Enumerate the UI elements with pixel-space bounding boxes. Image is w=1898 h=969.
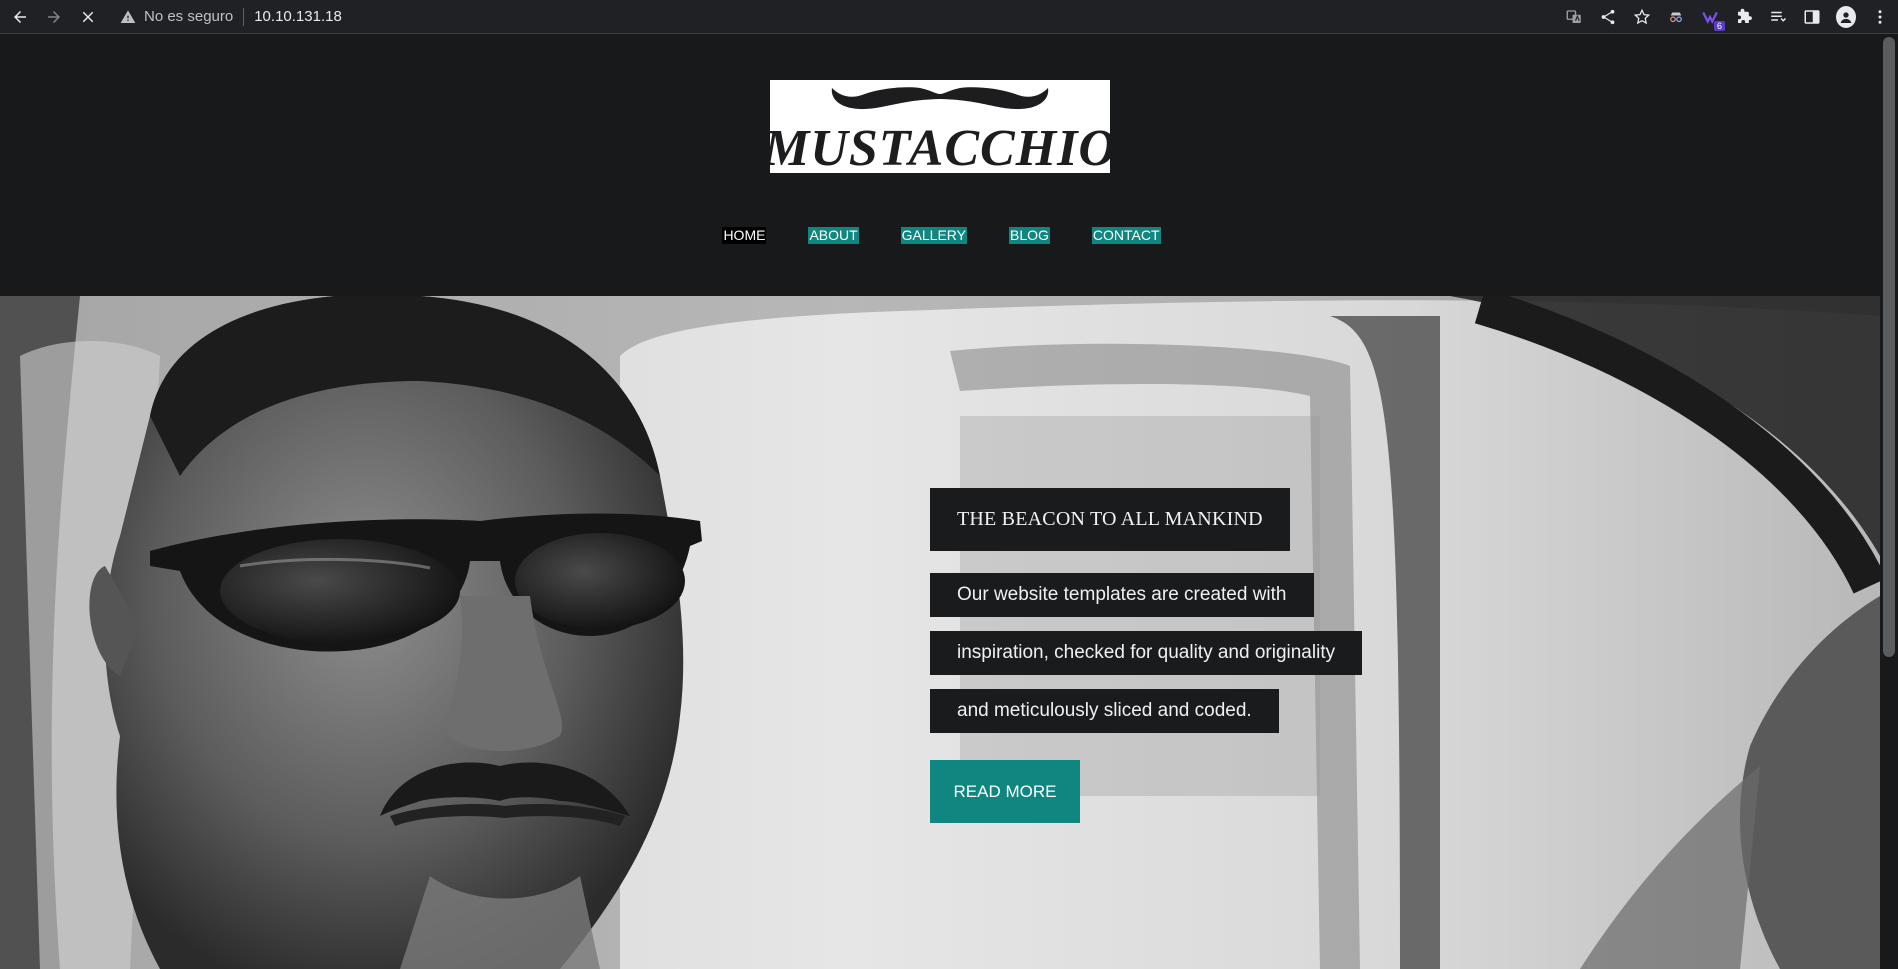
avatar — [1836, 6, 1856, 28]
spy-glasses-icon — [1670, 12, 1682, 23]
side-panel-icon — [1804, 10, 1820, 24]
browser-actions: 6 — [1564, 0, 1890, 34]
hero-banner: THE BEACON TO ALL MANKIND Our website te… — [0, 296, 1880, 969]
extensions-button[interactable] — [1734, 7, 1754, 27]
close-icon — [82, 11, 94, 22]
extension-badge: 6 — [1713, 21, 1725, 31]
hero-paragraph-line-3: and meticulously sliced and coded. — [930, 689, 1279, 733]
warning-icon — [120, 9, 136, 23]
hero-paragraph-text: Our website templates are created with — [957, 584, 1287, 605]
url-text[interactable]: 10.10.131.18 — [254, 8, 342, 25]
main-nav: HOME ABOUT GALLERY BLOG CONTACT — [0, 227, 1880, 244]
back-button[interactable] — [6, 3, 34, 31]
extension-wappalyzer-button[interactable]: 6 — [1700, 7, 1725, 31]
hero-paragraph-text: inspiration, checked for quality and ori… — [957, 642, 1336, 663]
puzzle-icon — [1738, 8, 1752, 23]
page-scrollbar[interactable] — [1880, 35, 1898, 969]
hero-paragraph-line-2: inspiration, checked for quality and ori… — [930, 631, 1363, 675]
extension-spy-button[interactable] — [1666, 7, 1686, 27]
more-vertical-icon — [1878, 10, 1882, 24]
nav-item-gallery[interactable]: GALLERY — [900, 227, 968, 244]
forward-button[interactable] — [40, 3, 68, 31]
reading-list-button[interactable] — [1768, 7, 1788, 27]
address-divider — [243, 7, 245, 26]
hero-paragraph-text: and meticulously sliced and coded. — [957, 700, 1252, 721]
share-button[interactable] — [1598, 7, 1618, 27]
translate-button[interactable] — [1564, 7, 1584, 27]
hero-paragraph-line-1: Our website templates are created with — [930, 573, 1314, 617]
profile-face-icon — [1840, 12, 1852, 23]
reading-list-icon — [1771, 11, 1787, 22]
nav-item-contact[interactable]: CONTACT — [1091, 227, 1161, 244]
site-logo[interactable]: MUSTACCHIO — [770, 80, 1110, 173]
read-more-button[interactable]: READ MORE — [930, 760, 1080, 823]
site-header: MUSTACCHIO HOME ABOUT GALLERY BLOG CONTA… — [0, 35, 1880, 296]
nav-item-about[interactable]: ABOUT — [808, 227, 859, 244]
star-icon — [1633, 8, 1651, 25]
mustache-logo-icon: MUSTACCHIO — [770, 80, 1110, 173]
bookmark-button[interactable] — [1632, 7, 1652, 27]
arrow-left-icon — [14, 10, 26, 23]
arrow-right-icon — [48, 10, 60, 23]
share-icon — [1601, 9, 1615, 25]
menu-button[interactable] — [1870, 7, 1890, 27]
nav-item-home[interactable]: HOME — [722, 227, 767, 244]
security-label: No es seguro — [144, 8, 234, 25]
browser-toolbar: No es seguro 10.10.131.18 6 — [0, 0, 1898, 34]
scrollbar-thumb[interactable] — [1883, 37, 1895, 657]
hero-headline: THE BEACON TO ALL MANKIND — [957, 508, 1263, 530]
address-bar[interactable]: No es seguro 10.10.131.18 — [120, 4, 342, 30]
translate-icon — [1566, 10, 1581, 23]
stop-loading-button[interactable] — [74, 3, 102, 31]
logo-wordmark: MUSTACCHIO — [770, 120, 1110, 173]
page-viewport: MUSTACCHIO HOME ABOUT GALLERY BLOG CONTA… — [0, 35, 1880, 969]
nav-item-blog[interactable]: BLOG — [1009, 227, 1050, 244]
side-panel-button[interactable] — [1802, 7, 1822, 27]
hero-headline-box: THE BEACON TO ALL MANKIND — [930, 488, 1290, 551]
profile-button[interactable] — [1836, 6, 1856, 28]
